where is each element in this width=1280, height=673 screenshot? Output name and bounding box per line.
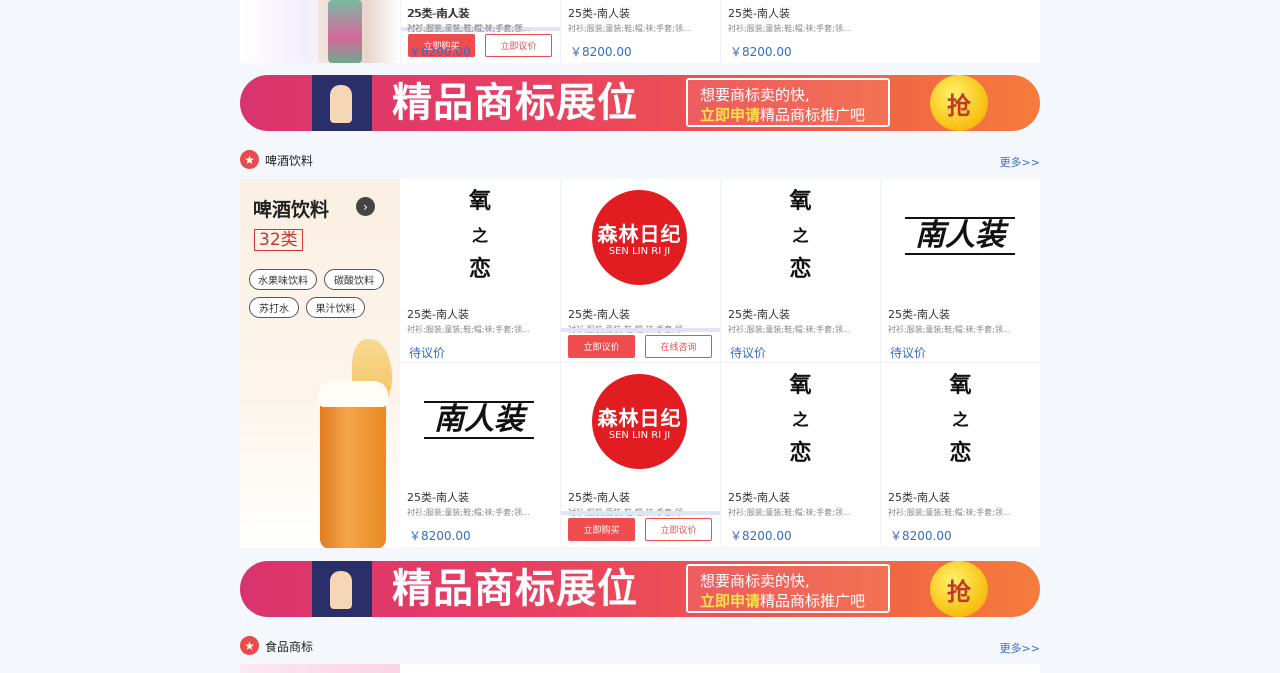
product-price: ￥8200.00 [409,529,471,543]
product-price: ￥8200.00 [730,529,792,543]
product-card[interactable]: 25类-南人装 衬衫;服装;童装;鞋;帽;袜;手套;领... ￥8200.00 [560,0,720,63]
product-desc: 衬衫;服装;童装;鞋;帽;袜;手套;领... [407,24,530,33]
section-header-food: ★ 食品商标 更多>> [240,636,1040,656]
banner-figure-image [312,561,372,617]
section-header-beer: ★ 啤酒饮料 更多>> [240,150,1040,170]
category-promo-panel[interactable]: 啤酒饮料 › 32类 水果味饮料 碳酸饮料 苏打水 果汁饮料 [240,179,400,548]
product-card[interactable]: 南人装 25类-南人装 衬衫;服装;童装;鞋;帽;袜;手套;领... 待议价 [880,179,1040,362]
product-card[interactable]: 25类-南人装 衬衫;服装;童装;鞋;帽;袜;手套;领... ￥8200.00 [720,0,880,63]
product-card[interactable]: 氧之恋 25类-南人装 衬衫;服装;童装;鞋;帽;袜;手套;领... 待议价 [720,179,880,362]
product-desc: 衬衫;服装;童装;鞋;帽;袜;手套;领... [888,508,1011,517]
product-title: 25类-南人装 [728,7,790,20]
card-divider [561,328,720,332]
product-grid-top: 25类-南人装 衬衫;服装;童装;鞋;帽;袜;手套;领... 立即购买 立即议价… [240,0,1040,63]
product-desc: 衬衫;服装;童装;鞋;帽;袜;手套;领... [568,24,691,33]
banner-line2: 立即申请精品商标推广吧 [700,106,866,124]
product-title: 25类-南人装 [568,308,630,321]
beer-section: 啤酒饮料 › 32类 水果味饮料 碳酸饮料 苏打水 果汁饮料 氧之恋 25类-南… [240,179,1040,548]
trademark-logo-oxygen: 氧之恋 [789,373,812,466]
section-title: 食品商标 [265,640,314,654]
product-desc: 衬衫;服装;童装;鞋;帽;袜;手套;领... [728,325,851,334]
product-title: 25类-南人装 [568,7,630,20]
banner-callout: 想要商标卖的快, 立即申请精品商标推广吧 [686,78,890,127]
product-title: 25类-南人装 [568,491,630,504]
trademark-logo-nanrenzhuang: 南人装 [905,217,1015,255]
product-price: ￥8200.00 [890,529,952,543]
trademark-logo-oxygen: 氧之恋 [949,373,972,466]
category-chip[interactable]: 水果味饮料 [249,269,317,290]
product-price: ￥8200.00 [570,45,632,59]
negotiate-button[interactable]: 立即议价 [485,34,552,57]
product-desc: 衬衫;服装;童装;鞋;帽;袜;手套;领... [728,508,851,517]
trademark-logo-nanrenzhuang: 南人装 [424,401,534,439]
banner-apply-link[interactable]: 立即申请 [700,592,760,610]
product-price: 待议价 [409,346,446,360]
promo-banner[interactable]: 精品商标展位 想要商标卖的快, 立即申请精品商标推广吧 抢 [240,75,1040,131]
negotiate-now-button[interactable]: 立即议价 [568,335,635,358]
online-consult-button[interactable]: 在线咨询 [645,335,712,358]
category-chip[interactable]: 苏打水 [249,297,299,318]
product-card[interactable]: 南人装 25类-南人装 衬衫;服装;童装;鞋;帽;袜;手套;领... ￥8200… [400,363,560,547]
fashion-model-image [318,0,400,63]
product-desc: 衬衫;服装;童装;鞋;帽;袜;手套;领... [888,325,1011,334]
promo-banner[interactable]: 精品商标展位 想要商标卖的快, 立即申请精品商标推广吧 抢 [240,561,1040,617]
product-title: 25类-南人装 [728,491,790,504]
banner-figure-image [312,75,372,131]
product-desc: 衬衫;服装;童装;鞋;帽;袜;手套;领... [407,508,530,517]
product-card[interactable]: 氧之恋 25类-南人装 衬衫;服装;童装;鞋;帽;袜;手套;领... 待议价 [400,179,560,362]
product-price: ￥8200.00 [409,45,471,59]
product-price: ￥8200.00 [730,45,792,59]
product-desc: 衬衫;服装;童装;鞋;帽;袜;手套;领... [728,24,851,33]
class-label: 32类 [254,229,303,251]
product-card[interactable]: 森林日纪 SEN LIN RI JI 25类-南人装 衬衫;服装;童装;鞋;帽;… [560,179,720,362]
beer-glass-image [318,381,388,548]
more-link[interactable]: 更多>> [1000,154,1040,170]
promo-title: 啤酒饮料 [253,199,330,221]
banner-headline: 精品商标展位 [392,566,638,612]
trademark-logo-forest: 森林日纪 SEN LIN RI JI [592,374,687,469]
product-title: 25类-南人装 [728,308,790,321]
star-icon: ★ [240,636,259,655]
product-card[interactable]: 氧之恋 25类-南人装 衬衫;服装;童装;鞋;帽;袜;手套;领... ￥8200… [880,363,1040,547]
banner-line2: 立即申请精品商标推广吧 [700,592,866,610]
product-card[interactable]: 氧之恋 25类-南人装 衬衫;服装;童装;鞋;帽;袜;手套;领... ￥8200… [720,363,880,547]
section-title: 啤酒饮料 [265,154,314,168]
trademark-logo-forest: 森林日纪 SEN LIN RI JI [592,190,687,285]
grab-coin-icon[interactable]: 抢 [930,561,988,617]
banner-line1: 想要商标卖的快, [700,86,810,104]
food-grid-partial [240,664,1040,673]
banner-apply-link[interactable]: 立即申请 [700,106,760,124]
product-price: 待议价 [890,346,927,360]
product-card[interactable] [240,0,400,63]
category-chip[interactable]: 碳酸饮料 [324,269,384,290]
product-desc: 衬衫;服装;童装;鞋;帽;袜;手套;领... [407,325,530,334]
product-price: 待议价 [730,346,767,360]
product-title: 25类-南人装 [888,491,950,504]
trademark-logo-oxygen: 氧之恋 [789,189,812,282]
more-link[interactable]: 更多>> [1000,640,1040,656]
banner-line1: 想要商标卖的快, [700,572,810,590]
buy-now-button[interactable]: 立即购买 [568,518,635,541]
card-divider [561,511,720,515]
product-title: 25类-南人装 [407,7,469,20]
negotiate-button[interactable]: 立即议价 [645,518,712,541]
grab-coin-icon[interactable]: 抢 [930,75,988,131]
chevron-right-icon[interactable]: › [356,197,375,216]
product-title: 25类-南人装 [407,491,469,504]
trademark-logo-oxygen: 氧之恋 [468,189,491,282]
product-title: 25类-南人装 [407,308,469,321]
banner-callout: 想要商标卖的快, 立即申请精品商标推广吧 [686,564,890,613]
star-icon: ★ [240,150,259,169]
product-title: 25类-南人装 [888,308,950,321]
banner-headline: 精品商标展位 [392,80,638,126]
category-chip[interactable]: 果汁饮料 [306,297,365,318]
product-card[interactable]: 森林日纪 SEN LIN RI JI 25类-南人装 衬衫;服装;童装;鞋;帽;… [560,363,720,547]
